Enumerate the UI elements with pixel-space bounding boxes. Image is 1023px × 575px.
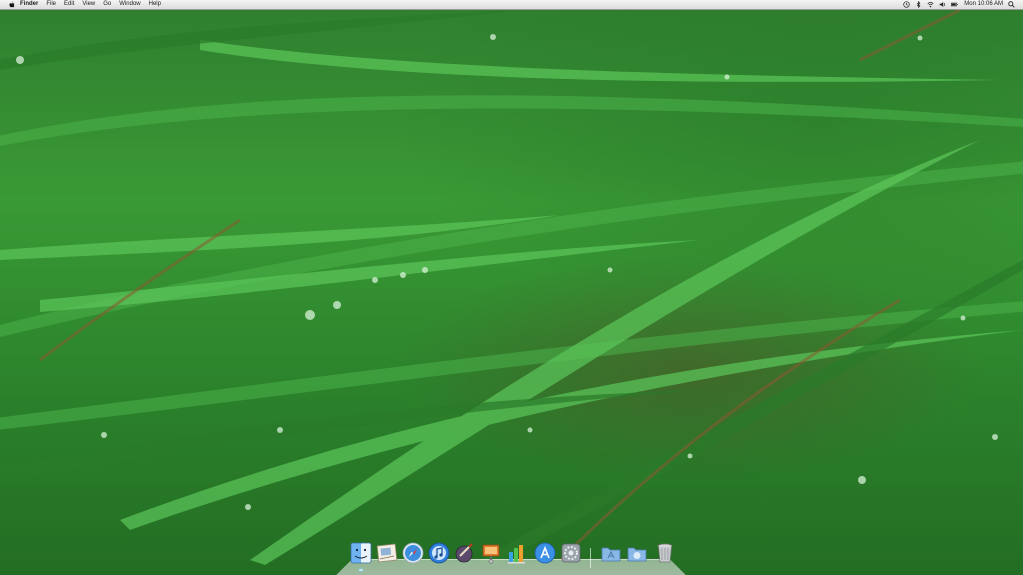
- dock-finder-icon[interactable]: [350, 542, 372, 571]
- time-machine-icon[interactable]: [903, 1, 910, 8]
- menu-help[interactable]: Help: [149, 0, 161, 9]
- dock-downloads-folder-icon[interactable]: [626, 542, 648, 564]
- running-indicator: [359, 569, 363, 571]
- dock-dashboard-icon[interactable]: [506, 542, 528, 564]
- dock: [344, 542, 680, 572]
- dock-app-store-icon[interactable]: [534, 542, 556, 564]
- menu-clock[interactable]: Mon 10:06 AM: [964, 0, 1003, 9]
- volume-icon[interactable]: [939, 1, 946, 8]
- dock-mail-icon[interactable]: [376, 542, 398, 564]
- desktop: Finder File Edit View Go Window Help Mon…: [0, 0, 1023, 575]
- dock-safari-icon[interactable]: [402, 542, 424, 564]
- wifi-icon[interactable]: [927, 1, 934, 8]
- menu-bar: Finder File Edit View Go Window Help Mon…: [0, 0, 1023, 10]
- dock-system-preferences-icon[interactable]: [560, 542, 582, 564]
- menu-extras: Mon 10:06 AM: [898, 0, 1015, 9]
- apple-logo-icon[interactable]: [9, 1, 15, 8]
- menu-file[interactable]: File: [46, 0, 56, 9]
- dock-iphoto-icon[interactable]: [480, 542, 502, 564]
- dock-preview-icon[interactable]: [454, 542, 476, 564]
- dock-applications-folder-icon[interactable]: [600, 542, 622, 564]
- grass-wallpaper: [0, 8, 1023, 566]
- menu-edit[interactable]: Edit: [64, 0, 74, 9]
- menu-window[interactable]: Window: [119, 0, 140, 9]
- menu-go[interactable]: Go: [103, 0, 111, 9]
- menu-finder[interactable]: Finder: [20, 0, 38, 9]
- dock-trash-icon[interactable]: [654, 542, 676, 564]
- spotlight-icon[interactable]: [1008, 1, 1015, 8]
- dock-itunes-icon[interactable]: [428, 542, 450, 564]
- dock-separator: [590, 548, 591, 568]
- menu-view[interactable]: View: [82, 0, 95, 9]
- bluetooth-icon[interactable]: [915, 1, 922, 8]
- battery-icon[interactable]: [951, 1, 959, 8]
